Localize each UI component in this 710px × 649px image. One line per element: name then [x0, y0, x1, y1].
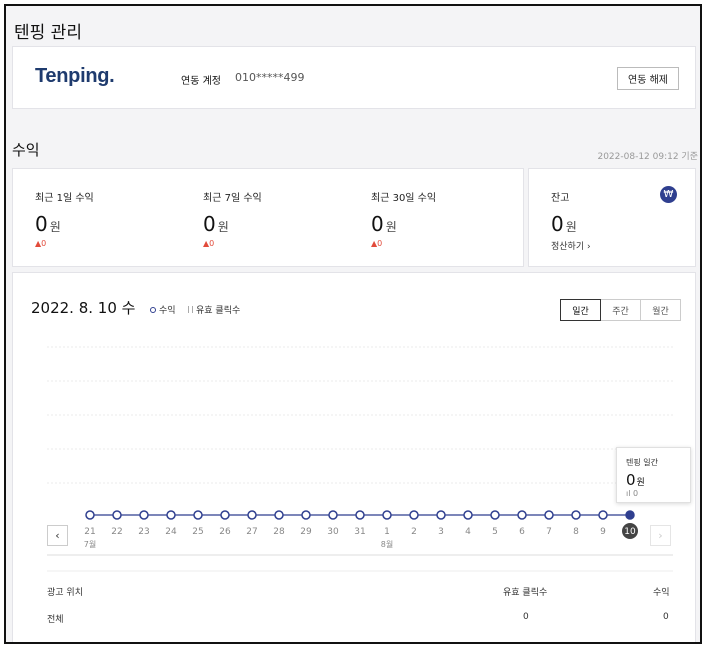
x-tick-label: 31 — [354, 527, 365, 537]
table-header-clicks: 유효 클릭수 — [503, 588, 548, 598]
revenue-as-of-timestamp: 2022-08-12 09:12 기준 — [597, 152, 698, 162]
table-header-revenue: 수익 — [653, 588, 670, 598]
x-tick-label: 2 — [411, 527, 417, 537]
balance-stat: 잔고 0원 — [551, 189, 700, 236]
data-point — [382, 510, 392, 520]
revenue-summary-card: 최근 1일 수익 0원 ▲0 최근 7일 수익 0원 ▲0 최근 30일 수익 … — [12, 168, 524, 267]
table-header-placement: 광고 위치 — [47, 588, 83, 598]
data-point — [274, 510, 284, 520]
data-point — [355, 510, 365, 520]
stat-7day: 최근 7일 수익 0원 ▲0 — [203, 189, 353, 248]
revenue-chart-card: 2022. 8. 10 수 수익 유효 클릭수 일간 주간 월간 21 7월 22 2… — [12, 272, 696, 642]
x-tick-label: 26 — [219, 527, 231, 537]
tab-daily[interactable]: 일간 — [560, 299, 601, 321]
stat-value: 0원 — [203, 212, 229, 236]
x-tick-label: 1 — [384, 527, 390, 537]
data-point — [409, 510, 419, 520]
x-tick-label: 22 — [111, 527, 122, 537]
data-point — [598, 510, 608, 520]
tooltip-title: 텐핑 일간 — [626, 458, 658, 467]
x-tick-label: 30 — [327, 527, 339, 537]
x-tick-label: 25 — [192, 527, 203, 537]
unlink-button[interactable]: 연동 해제 — [617, 67, 679, 90]
data-point — [328, 510, 338, 520]
chevron-left-icon: ‹ — [55, 529, 60, 542]
stat-1day: 최근 1일 수익 0원 ▲0 — [35, 189, 185, 248]
data-point — [166, 510, 176, 520]
settle-link[interactable]: 정산하기 › — [551, 239, 591, 252]
data-point — [517, 510, 527, 520]
x-tick-label: 21 — [84, 527, 95, 537]
tenping-logo: Tenping. — [35, 65, 115, 87]
x-tick-label: 28 — [273, 527, 285, 537]
table-cell-revenue: 0 — [663, 612, 669, 622]
data-point — [436, 510, 446, 520]
stat-label: 최근 7일 수익 — [203, 193, 262, 204]
data-point — [112, 510, 122, 520]
x-tick-label: 8 — [573, 527, 579, 537]
data-point — [301, 510, 311, 520]
data-point — [139, 510, 149, 520]
linked-account-label: 연동 계정 — [181, 76, 221, 87]
chart-next-button[interactable]: › — [650, 525, 671, 546]
balance-label: 잔고 — [551, 193, 570, 204]
data-point — [463, 510, 473, 520]
x-tick-label: 10 — [624, 527, 636, 537]
table-cell-clicks: 0 — [523, 612, 529, 622]
x-tick-label: 24 — [165, 527, 177, 537]
data-point — [571, 510, 581, 520]
x-tick-label: 5 — [492, 527, 498, 537]
stat-delta: ▲0 — [35, 239, 47, 248]
stat-delta: ▲0 — [203, 239, 215, 248]
stat-label: 최근 30일 수익 — [371, 193, 437, 204]
table-cell-placement: 전체 — [47, 615, 64, 625]
x-tick-label: 23 — [138, 527, 149, 537]
x-tick-label: 29 — [300, 527, 312, 537]
data-point — [220, 510, 230, 520]
x-tick-label: 7 — [546, 527, 552, 537]
linked-account-card: Tenping. 연동 계정 010*****499 연동 해제 — [12, 46, 696, 109]
revenue-section-title: 수익 — [12, 141, 40, 159]
data-point — [544, 510, 554, 520]
data-point — [193, 510, 203, 520]
tooltip-value: 0원 — [626, 471, 645, 489]
tenping-management-page: 텐핑 관리 Tenping. 연동 계정 010*****499 연동 해제 수… — [4, 4, 702, 644]
x-tick-label: 9 — [600, 527, 606, 537]
data-point — [247, 510, 257, 520]
stat-value: 0원 — [35, 212, 61, 236]
data-point — [625, 510, 635, 520]
x-tick-label: 4 — [465, 527, 471, 537]
page-title: 텐핑 관리 — [14, 23, 82, 43]
x-tick-label: 27 — [246, 527, 257, 537]
chart-prev-button[interactable]: ‹ — [47, 525, 68, 546]
chevron-right-icon: › — [658, 529, 663, 542]
month-label: 7월 — [84, 539, 96, 549]
stat-delta: ▲0 — [371, 239, 383, 248]
x-tick-label: 6 — [519, 527, 525, 537]
balance-value: 0원 — [551, 212, 577, 236]
balance-card: 잔고 0원 ₩ 정산하기 › — [528, 168, 696, 267]
stat-label: 최근 1일 수익 — [35, 193, 94, 204]
stat-value: 0원 — [371, 212, 397, 236]
chart-tooltip: 텐핑 일간 0원 ıl 0 — [616, 447, 691, 503]
x-tick-label: 3 — [438, 527, 444, 537]
month-label: 8월 — [381, 539, 393, 549]
tooltip-clicks: ıl 0 — [626, 489, 639, 498]
stat-30day: 최근 30일 수익 0원 ▲0 — [371, 189, 521, 248]
data-point — [85, 510, 95, 520]
linked-account-value: 010*****499 — [235, 71, 305, 84]
won-icon: ₩ — [660, 186, 677, 203]
data-point — [490, 510, 500, 520]
revenue-chart: 217월22 23 24 25 26 27 28 29 30 31 18월2 3 4 5 6 7 8 9 10 — [47, 346, 673, 572]
